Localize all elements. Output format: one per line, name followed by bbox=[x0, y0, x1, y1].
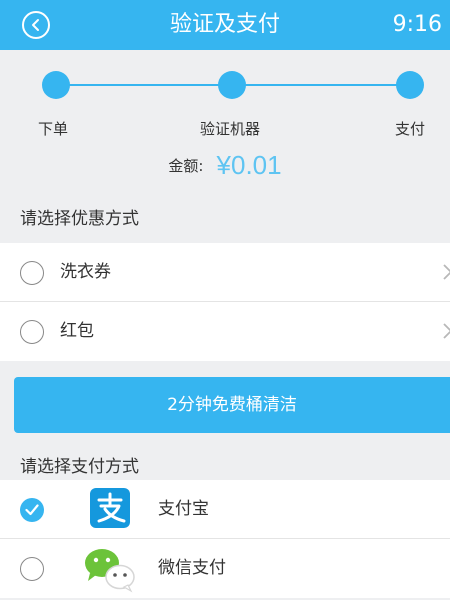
step-dot-verify bbox=[218, 71, 246, 99]
payment-method-label: 微信支付 bbox=[158, 558, 226, 578]
radio-button[interactable] bbox=[20, 320, 44, 344]
alipay-icon bbox=[90, 488, 130, 528]
step-dot-pay bbox=[396, 71, 424, 99]
payment-method-alipay[interactable]: 支付宝 bbox=[0, 480, 450, 539]
step-label-verify: 验证机器 bbox=[200, 120, 261, 138]
step-label-pay: 支付 bbox=[395, 120, 426, 138]
discount-option-red-packet[interactable]: 红包 bbox=[0, 302, 450, 361]
amount-label: 金额: bbox=[168, 157, 204, 175]
radio-button[interactable] bbox=[20, 261, 44, 285]
discount-section-title: 请选择优惠方式 bbox=[20, 209, 139, 229]
check-icon bbox=[25, 504, 39, 516]
radio-button-checked[interactable] bbox=[20, 498, 44, 522]
step-dot-order bbox=[42, 71, 70, 99]
radio-button[interactable] bbox=[20, 557, 44, 581]
step-label-order: 下单 bbox=[38, 120, 69, 138]
discount-option-laundry-voucher[interactable]: 洗衣券 bbox=[0, 243, 450, 302]
chevron-right-icon bbox=[443, 264, 450, 280]
payment-screen: 验证及支付 9:16 下单 验证机器 支付 金额: ¥0.01 请选择优惠方式 … bbox=[0, 0, 450, 600]
page-title: 验证及支付 bbox=[169, 12, 280, 37]
amount-value: ¥0.01 bbox=[216, 150, 282, 180]
chevron-right-icon bbox=[443, 323, 450, 339]
discount-option-label: 红包 bbox=[60, 321, 94, 341]
payment-methods: 支付宝 微信支付 bbox=[0, 480, 450, 598]
progress-steps: 下单 验证机器 支付 bbox=[0, 50, 450, 150]
payment-section-title: 请选择支付方式 bbox=[20, 457, 139, 477]
discount-option-label: 洗衣券 bbox=[60, 262, 111, 282]
status-time: 9:16 bbox=[392, 12, 442, 37]
amount-row: 金额: ¥0.01 bbox=[0, 150, 450, 192]
discount-options: 洗衣券 红包 bbox=[0, 243, 450, 361]
free-drum-clean-button[interactable]: 2分钟免费桶清洁 bbox=[14, 377, 450, 433]
wechat-icon bbox=[85, 549, 135, 593]
payment-method-label: 支付宝 bbox=[158, 499, 209, 519]
header-bar: 验证及支付 9:16 bbox=[0, 0, 450, 50]
payment-method-wechat[interactable]: 微信支付 bbox=[0, 539, 450, 598]
